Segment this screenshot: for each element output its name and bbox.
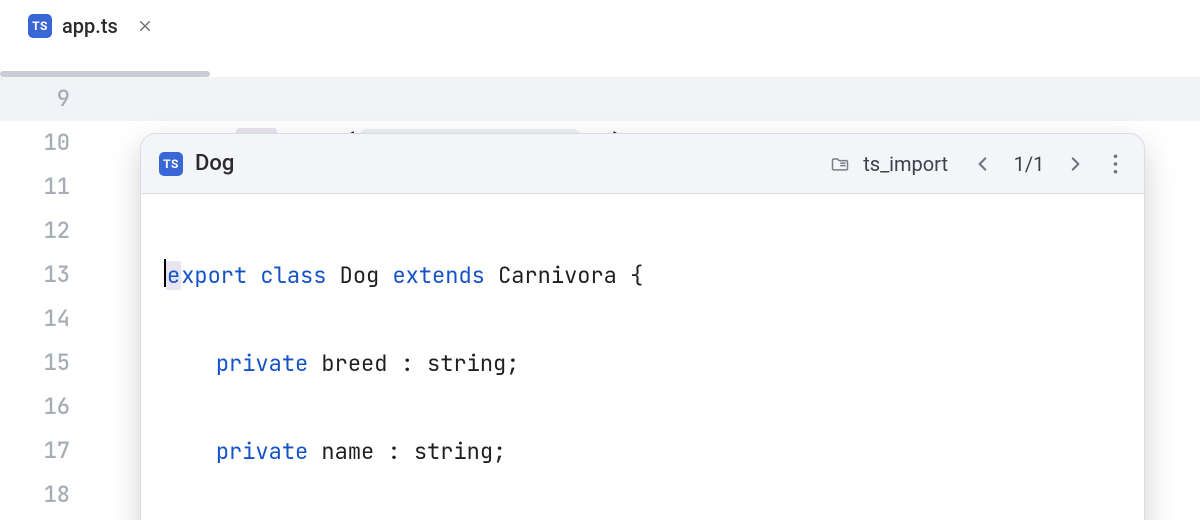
open-brace: { <box>617 261 643 290</box>
more-vertical-icon <box>1113 154 1118 174</box>
popup-code-line-field: private breed : string; <box>163 342 1126 386</box>
field-name: breed <box>321 349 387 378</box>
popup-code-line-decl: export class Dog extends Carnivora { <box>163 254 1126 298</box>
tab-filename: app.ts <box>62 14 118 38</box>
line-number: 18 <box>0 473 70 517</box>
popup-next-button[interactable] <box>1060 149 1090 179</box>
popup-more-button[interactable] <box>1102 149 1128 179</box>
app-root: TS app.ts 9 10 11 12 13 14 15 16 17 18 d <box>0 0 1200 520</box>
popup-code-line-field: private name : string; <box>163 430 1126 474</box>
kw-export-leadchar: e <box>166 261 181 290</box>
popup-header: TS Dog ts_import 1/1 <box>141 134 1144 194</box>
field-name: name <box>321 437 374 466</box>
line-number: 14 <box>0 297 70 341</box>
kw-extends: extends <box>392 261 484 290</box>
folder-icon <box>829 153 851 175</box>
line-number: 9 <box>0 77 70 121</box>
indent <box>163 437 216 466</box>
kw-export-rest: xport <box>181 261 247 290</box>
code-editor[interactable]: 9 10 11 12 13 14 15 16 17 18 dog.move(di… <box>0 77 1200 520</box>
code-line-9[interactable]: dog.move(distanceInMeters:10); <box>130 77 1192 121</box>
semicolon: ; <box>493 437 506 466</box>
close-tab-button[interactable] <box>136 17 154 35</box>
popup-prev-button[interactable] <box>968 149 998 179</box>
chevron-left-icon <box>974 155 992 173</box>
colon: : <box>387 349 427 378</box>
line-number-gutter: 9 10 11 12 13 14 15 16 17 18 <box>0 77 110 520</box>
close-icon <box>138 19 152 33</box>
line-number: 16 <box>0 385 70 429</box>
tab-app-ts[interactable]: TS app.ts <box>24 10 158 42</box>
type-annotation: string <box>414 437 493 466</box>
quick-definition-popup[interactable]: TS Dog ts_import 1/1 <box>140 133 1145 520</box>
line-number: 10 <box>0 121 70 165</box>
kw-class: class <box>260 261 326 290</box>
line-number: 12 <box>0 209 70 253</box>
popup-context-label: ts_import <box>863 142 948 186</box>
kw-private: private <box>216 437 308 466</box>
kw-private: private <box>216 349 308 378</box>
popup-title: Dog <box>195 142 234 186</box>
line-number: 15 <box>0 341 70 385</box>
ts-file-icon: TS <box>28 14 52 38</box>
type-annotation: string <box>427 349 506 378</box>
colon: : <box>374 437 414 466</box>
indent <box>163 349 216 378</box>
line-number: 13 <box>0 253 70 297</box>
semicolon: ; <box>506 349 519 378</box>
chevron-right-icon <box>1066 155 1084 173</box>
code-area[interactable]: dog.move(distanceInMeters:10); TS Dog ts… <box>130 77 1192 520</box>
line-number: 17 <box>0 429 70 473</box>
ts-file-icon: TS <box>159 152 183 176</box>
popup-pager-text: 1/1 <box>1010 142 1048 186</box>
editor-tab-bar: TS app.ts <box>0 0 1200 52</box>
super-class-name: Carnivora <box>498 261 617 290</box>
popup-body[interactable]: export class Dog extends Carnivora { pri… <box>141 194 1144 520</box>
class-name: Dog <box>340 261 380 290</box>
line-number: 11 <box>0 165 70 209</box>
